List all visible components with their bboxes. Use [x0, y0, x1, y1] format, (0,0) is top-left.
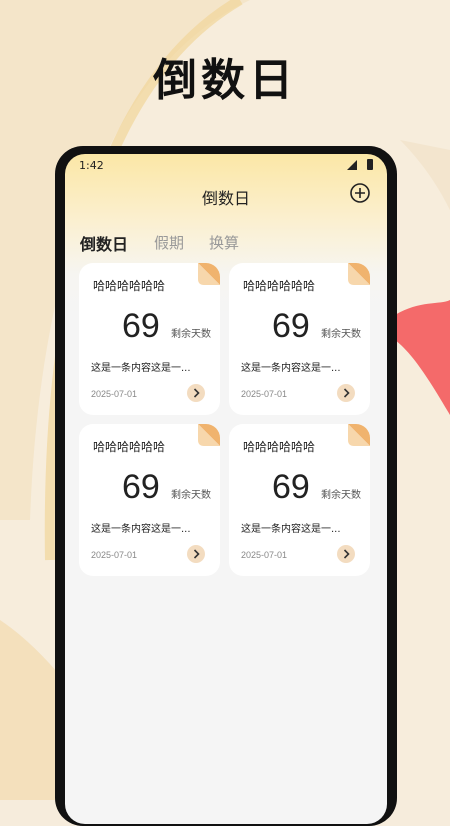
- card-date: 2025-07-01: [241, 550, 288, 560]
- tab-countdown[interactable]: 倒数日: [80, 231, 128, 255]
- days-unit-label: 剩余天数: [171, 490, 211, 501]
- promo-title: 倒数日: [153, 55, 297, 106]
- days-remaining: 69: [272, 468, 310, 506]
- folded-corner-icon: [348, 424, 370, 446]
- card-date: 2025-07-01: [91, 550, 138, 560]
- countdown-card[interactable]: 哈哈哈哈哈哈 69 剩余天数 这是一条内容这是一... 2025-07-01: [229, 424, 370, 576]
- card-description: 这是一条内容这是一...: [241, 524, 341, 535]
- tab-holiday[interactable]: 假期: [154, 232, 184, 253]
- card-description: 这是一条内容这是一...: [91, 524, 191, 535]
- page-title: 倒数日: [201, 189, 250, 208]
- folded-corner-icon: [198, 424, 220, 446]
- folded-corner-icon: [198, 263, 220, 285]
- tab-convert[interactable]: 换算: [209, 232, 239, 253]
- card-title: 哈哈哈哈哈哈: [93, 440, 166, 454]
- card-detail-button[interactable]: [337, 384, 355, 402]
- card-description: 这是一条内容这是一...: [91, 363, 191, 374]
- card-detail-button[interactable]: [187, 384, 205, 402]
- card-title: 哈哈哈哈哈哈: [93, 279, 166, 293]
- card-detail-button[interactable]: [337, 545, 355, 563]
- card-date: 2025-07-01: [241, 389, 288, 399]
- countdown-card[interactable]: 哈哈哈哈哈哈 69 剩余天数 这是一条内容这是一... 2025-07-01: [79, 424, 220, 576]
- countdown-card[interactable]: 哈哈哈哈哈哈 69 剩余天数 这是一条内容这是一... 2025-07-01: [79, 263, 220, 415]
- days-unit-label: 剩余天数: [321, 329, 361, 340]
- folded-corner-icon: [348, 263, 370, 285]
- status-bar: 1:42: [65, 154, 387, 178]
- chevron-right-icon: [193, 388, 200, 398]
- days-unit-label: 剩余天数: [321, 490, 361, 501]
- add-button[interactable]: [349, 182, 371, 204]
- chevron-right-icon: [343, 549, 350, 559]
- app-screen: 1:42 倒数日 倒数日 假期 换算 哈哈哈哈哈哈 69 剩余天数 这是一条内容…: [65, 154, 387, 824]
- card-title: 哈哈哈哈哈哈: [243, 279, 316, 293]
- card-description: 这是一条内容这是一...: [241, 363, 341, 374]
- status-time: 1:42: [79, 159, 104, 172]
- countdown-card[interactable]: 哈哈哈哈哈哈 69 剩余天数 这是一条内容这是一... 2025-07-01: [229, 263, 370, 415]
- days-remaining: 69: [122, 307, 160, 345]
- card-date: 2025-07-01: [91, 389, 138, 399]
- chevron-right-icon: [343, 388, 350, 398]
- chevron-right-icon: [193, 549, 200, 559]
- signal-icon: [347, 160, 357, 170]
- plus-circle-icon: [350, 183, 370, 203]
- days-unit-label: 剩余天数: [171, 329, 211, 340]
- phone-frame: 1:42 倒数日 倒数日 假期 换算 哈哈哈哈哈哈 69 剩余天数 这是一条内容…: [55, 146, 397, 826]
- days-remaining: 69: [272, 307, 310, 345]
- battery-icon: [367, 159, 373, 170]
- card-detail-button[interactable]: [187, 545, 205, 563]
- days-remaining: 69: [122, 468, 160, 506]
- card-title: 哈哈哈哈哈哈: [243, 440, 316, 454]
